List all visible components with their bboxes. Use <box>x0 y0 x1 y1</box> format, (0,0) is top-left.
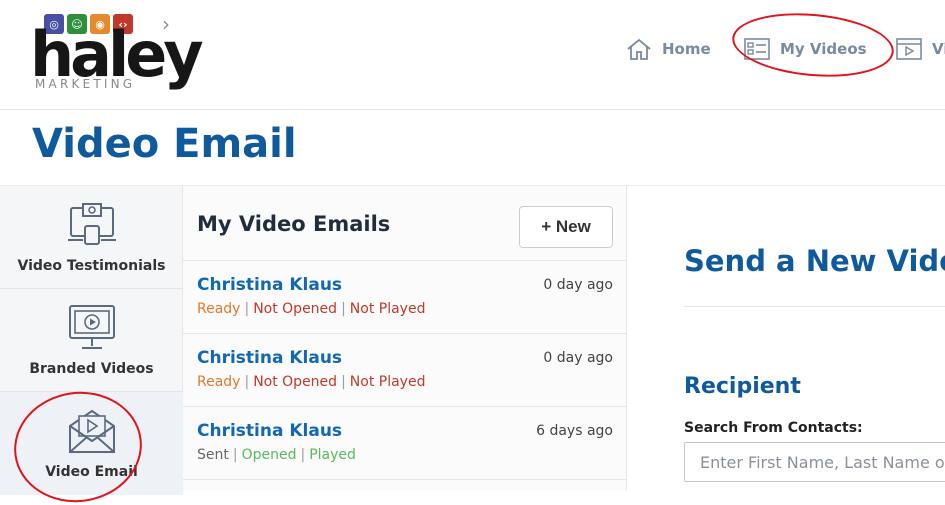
nav-home[interactable]: Home <box>624 36 711 62</box>
sidebar-item-label: Branded Videos <box>29 361 154 377</box>
video-testimonial-icon <box>67 200 117 250</box>
logo-subtitle: MARKETING <box>35 77 136 91</box>
status-not-played: Not Played <box>349 301 426 317</box>
compose-title: Send a New Video <box>684 244 945 278</box>
status-ready: Ready <box>197 301 241 317</box>
status-not-opened: Not Opened <box>253 374 338 390</box>
recipient-name[interactable]: Christina Klaus <box>197 421 342 441</box>
app-header: ◎ ☺ ◉ ‹› › haley MARKETING Home My Video… <box>0 0 945 110</box>
status-not-opened: Not Opened <box>253 301 338 317</box>
list-item[interactable]: Christina Klaus 0 day ago Ready | Not Open… <box>183 334 627 407</box>
status-line: Sent | Opened | Played <box>197 447 356 463</box>
sent-time: 6 days ago <box>536 423 613 439</box>
video-window-icon <box>894 36 924 62</box>
main-content: Video Testimonials Branded Videos Video … <box>0 185 945 505</box>
status-ready: Ready <box>197 374 241 390</box>
sidebar-item-video-email[interactable]: Video Email <box>0 392 183 495</box>
status-line: Ready | Not Opened | Not Played <box>197 301 425 317</box>
sidebar-item-label: Video Testimonials <box>17 258 166 274</box>
status-played: Played <box>309 447 356 463</box>
search-contacts-label: Search From Contacts: <box>684 420 863 436</box>
list-header: My Video Emails + New <box>183 186 627 261</box>
nav-my-videos[interactable]: My Videos <box>742 36 867 62</box>
new-video-email-button[interactable]: + New <box>519 206 613 248</box>
list-title: My Video Emails <box>197 212 391 236</box>
status-opened: Opened <box>241 447 297 463</box>
recipient-name[interactable]: Christina Klaus <box>197 275 342 295</box>
envelope-play-icon <box>67 406 117 456</box>
compose-panel: Send a New Video Recipient Search From C… <box>627 186 945 505</box>
nav-videos-label: Vi <box>932 40 945 58</box>
sidebar-item-video-testimonials[interactable]: Video Testimonials <box>0 186 183 289</box>
status-separator: | <box>244 374 250 390</box>
sent-time: 0 day ago <box>543 277 613 293</box>
sidebar-item-branded-videos[interactable]: Branded Videos <box>0 289 183 392</box>
recipient-heading: Recipient <box>684 374 801 399</box>
status-separator: | <box>300 447 306 463</box>
page-title: Video Email <box>32 121 297 167</box>
search-contacts-input[interactable] <box>684 442 945 482</box>
sidebar: Video Testimonials Branded Videos Video … <box>0 186 183 505</box>
nav-my-videos-label: My Videos <box>780 40 867 58</box>
status-separator: | <box>341 301 346 317</box>
status-sent: Sent <box>197 447 229 463</box>
sidebar-item-label: Video Email <box>45 464 138 480</box>
video-email-list-panel: My Video Emails + New Christina Klaus 0 … <box>183 186 627 491</box>
nav-videos[interactable]: Vi <box>894 36 945 62</box>
home-icon <box>624 36 654 62</box>
divider <box>684 306 945 307</box>
list-item[interactable]: Christina Klaus 0 day ago Ready | Not Open… <box>183 261 627 334</box>
list-item[interactable]: Christina Klaus 6 days ago Sent | Opened | P… <box>183 407 627 480</box>
status-separator: | <box>244 301 250 317</box>
monitor-play-icon <box>67 303 117 353</box>
video-list-icon <box>742 36 772 62</box>
recipient-name[interactable]: Christina Klaus <box>197 348 342 368</box>
status-separator: | <box>232 447 238 463</box>
sent-time: 0 day ago <box>543 350 613 366</box>
nav-home-label: Home <box>662 40 711 58</box>
status-separator: | <box>341 374 346 390</box>
status-line: Ready | Not Opened | Not Played <box>197 374 425 390</box>
status-not-played: Not Played <box>349 374 426 390</box>
haley-marketing-logo[interactable]: ◎ ☺ ◉ ‹› › haley MARKETING <box>30 14 204 94</box>
